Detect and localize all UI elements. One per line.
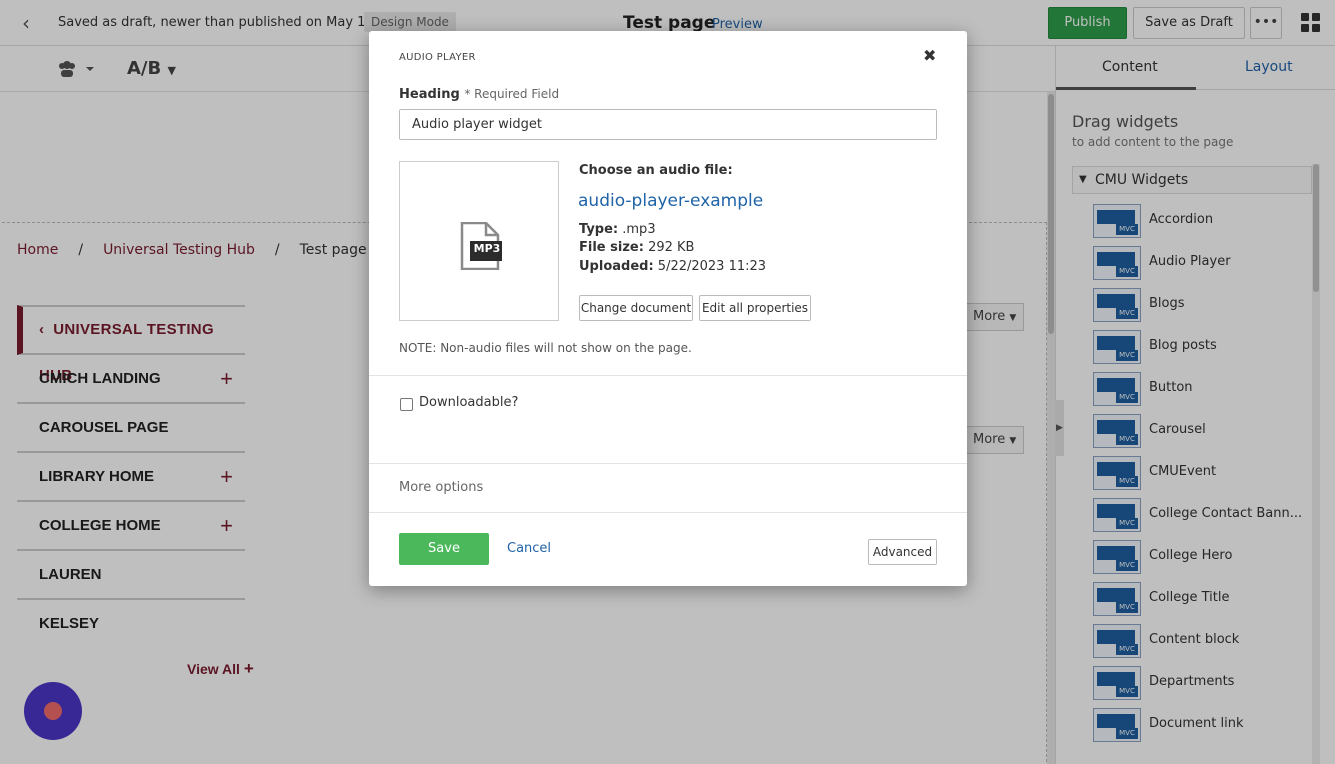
heading-label: Heading * Required Field <box>399 87 559 102</box>
divider <box>369 375 967 376</box>
choose-file-label: Choose an audio file: <box>579 163 733 178</box>
heading-input[interactable] <box>399 109 937 140</box>
edit-all-properties-button[interactable]: Edit all properties <box>699 295 811 321</box>
advanced-button[interactable]: Advanced <box>868 539 937 565</box>
size-label: File size: <box>579 240 644 255</box>
save-button[interactable]: Save <box>399 533 489 565</box>
file-note: NOTE: Non-audio files will not show on t… <box>399 341 692 355</box>
type-value: .mp3 <box>622 222 656 237</box>
uploaded-value: 5/22/2023 11:23 <box>657 259 767 274</box>
audio-player-dialog: AUDIO PLAYER ✖ Heading * Required Field … <box>369 31 967 586</box>
size-value: 292 KB <box>648 240 695 255</box>
type-label: Type: <box>579 222 619 237</box>
divider <box>369 512 967 513</box>
cancel-button[interactable]: Cancel <box>507 541 551 556</box>
file-type-row: Type: .mp3 <box>579 222 656 237</box>
uploaded-label: Uploaded: <box>579 259 654 274</box>
file-thumbnail[interactable]: MP3 <box>399 161 559 321</box>
required-field-note: * Required Field <box>464 87 560 101</box>
heading-label-text: Heading <box>399 87 460 102</box>
divider <box>369 463 967 464</box>
more-options-toggle[interactable]: More options <box>399 480 483 495</box>
dialog-title: AUDIO PLAYER <box>399 52 476 63</box>
change-document-button[interactable]: Change document <box>579 295 693 321</box>
close-icon[interactable]: ✖ <box>923 46 936 65</box>
file-type-badge: MP3 <box>473 242 501 255</box>
file-size-row: File size: 292 KB <box>579 240 694 255</box>
downloadable-label[interactable]: Downloadable? <box>419 395 518 410</box>
selected-file-link[interactable]: audio-player-example <box>578 191 763 211</box>
downloadable-checkbox[interactable] <box>400 398 413 411</box>
uploaded-row: Uploaded: 5/22/2023 11:23 <box>579 259 766 274</box>
